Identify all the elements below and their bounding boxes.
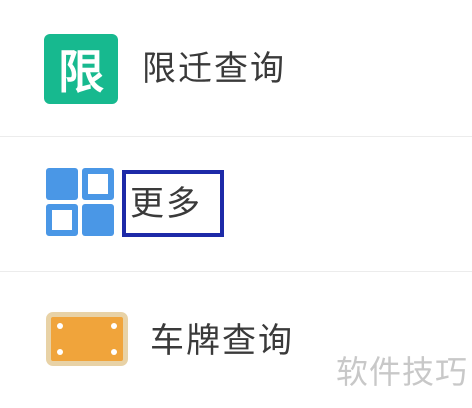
menu-item-label: 限迁查询 <box>142 49 286 89</box>
menu-item-label: 车牌查询 <box>150 321 294 361</box>
watermark: 软件技巧 <box>336 353 469 391</box>
menu-item-migration-limit-query[interactable]: 限 限迁查询 <box>0 0 472 136</box>
menu-list: 限 限迁查询 更多 车牌查询 软件技巧 <box>0 0 472 408</box>
limit-icon: 限 <box>44 34 118 104</box>
menu-item-more[interactable]: 更多 <box>0 137 472 271</box>
highlight-box <box>122 170 224 237</box>
grid-icon <box>46 168 114 236</box>
license-plate-icon <box>46 312 128 366</box>
